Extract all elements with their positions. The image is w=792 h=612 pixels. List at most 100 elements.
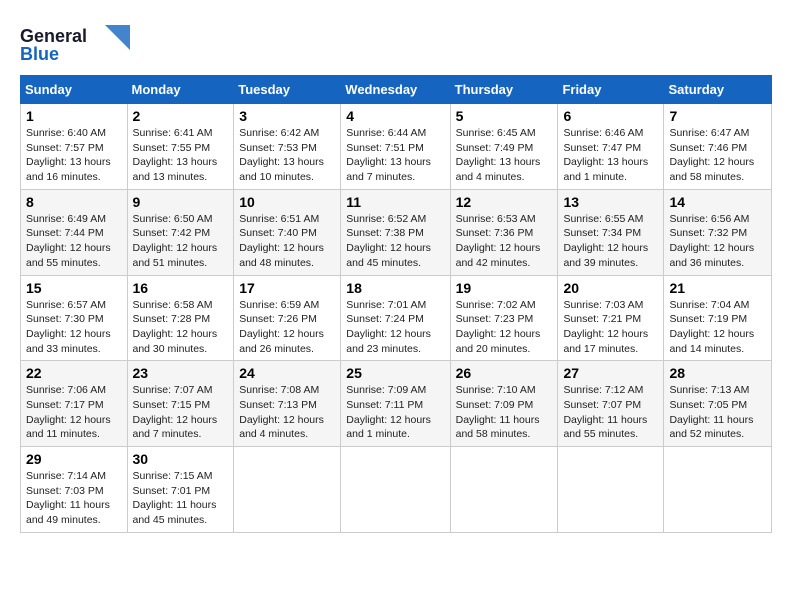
day-number: 24	[239, 365, 335, 381]
day-cell-25: 25 Sunrise: 7:09 AMSunset: 7:11 PMDaylig…	[341, 361, 450, 447]
day-number: 17	[239, 280, 335, 296]
col-header-wednesday: Wednesday	[341, 76, 450, 104]
day-info: Sunrise: 6:52 AMSunset: 7:38 PMDaylight:…	[346, 213, 431, 269]
day-info: Sunrise: 6:40 AMSunset: 7:57 PMDaylight:…	[26, 127, 111, 183]
day-cell-4: 4 Sunrise: 6:44 AMSunset: 7:51 PMDayligh…	[341, 104, 450, 190]
day-cell-19: 19 Sunrise: 7:02 AMSunset: 7:23 PMDaylig…	[450, 275, 558, 361]
day-number: 19	[456, 280, 553, 296]
day-cell-2: 2 Sunrise: 6:41 AMSunset: 7:55 PMDayligh…	[127, 104, 234, 190]
day-info: Sunrise: 7:13 AMSunset: 7:05 PMDaylight:…	[669, 384, 753, 440]
calendar-week-2: 8 Sunrise: 6:49 AMSunset: 7:44 PMDayligh…	[21, 189, 772, 275]
day-number: 18	[346, 280, 444, 296]
day-info: Sunrise: 6:42 AMSunset: 7:53 PMDaylight:…	[239, 127, 324, 183]
logo: General Blue	[20, 20, 130, 65]
day-cell-12: 12 Sunrise: 6:53 AMSunset: 7:36 PMDaylig…	[450, 189, 558, 275]
day-cell-9: 9 Sunrise: 6:50 AMSunset: 7:42 PMDayligh…	[127, 189, 234, 275]
day-cell-20: 20 Sunrise: 7:03 AMSunset: 7:21 PMDaylig…	[558, 275, 664, 361]
day-number: 13	[563, 194, 658, 210]
day-cell-8: 8 Sunrise: 6:49 AMSunset: 7:44 PMDayligh…	[21, 189, 128, 275]
col-header-saturday: Saturday	[664, 76, 772, 104]
day-info: Sunrise: 6:51 AMSunset: 7:40 PMDaylight:…	[239, 213, 324, 269]
day-info: Sunrise: 6:57 AMSunset: 7:30 PMDaylight:…	[26, 299, 111, 355]
day-number: 6	[563, 108, 658, 124]
day-info: Sunrise: 7:03 AMSunset: 7:21 PMDaylight:…	[563, 299, 648, 355]
day-info: Sunrise: 6:41 AMSunset: 7:55 PMDaylight:…	[133, 127, 218, 183]
empty-cell	[664, 447, 772, 533]
day-info: Sunrise: 6:45 AMSunset: 7:49 PMDaylight:…	[456, 127, 541, 183]
empty-cell	[450, 447, 558, 533]
day-number: 4	[346, 108, 444, 124]
day-cell-26: 26 Sunrise: 7:10 AMSunset: 7:09 PMDaylig…	[450, 361, 558, 447]
day-info: Sunrise: 6:55 AMSunset: 7:34 PMDaylight:…	[563, 213, 648, 269]
calendar-table: SundayMondayTuesdayWednesdayThursdayFrid…	[20, 75, 772, 533]
col-header-friday: Friday	[558, 76, 664, 104]
day-number: 1	[26, 108, 122, 124]
day-info: Sunrise: 7:04 AMSunset: 7:19 PMDaylight:…	[669, 299, 754, 355]
day-cell-24: 24 Sunrise: 7:08 AMSunset: 7:13 PMDaylig…	[234, 361, 341, 447]
day-info: Sunrise: 6:59 AMSunset: 7:26 PMDaylight:…	[239, 299, 324, 355]
day-info: Sunrise: 7:07 AMSunset: 7:15 PMDaylight:…	[133, 384, 218, 440]
calendar-week-3: 15 Sunrise: 6:57 AMSunset: 7:30 PMDaylig…	[21, 275, 772, 361]
col-header-monday: Monday	[127, 76, 234, 104]
empty-cell	[558, 447, 664, 533]
day-number: 3	[239, 108, 335, 124]
empty-cell	[341, 447, 450, 533]
day-cell-22: 22 Sunrise: 7:06 AMSunset: 7:17 PMDaylig…	[21, 361, 128, 447]
day-number: 11	[346, 194, 444, 210]
day-number: 8	[26, 194, 122, 210]
day-cell-5: 5 Sunrise: 6:45 AMSunset: 7:49 PMDayligh…	[450, 104, 558, 190]
day-number: 10	[239, 194, 335, 210]
calendar-week-5: 29 Sunrise: 7:14 AMSunset: 7:03 PMDaylig…	[21, 447, 772, 533]
day-info: Sunrise: 6:49 AMSunset: 7:44 PMDaylight:…	[26, 213, 111, 269]
empty-cell	[234, 447, 341, 533]
day-info: Sunrise: 7:15 AMSunset: 7:01 PMDaylight:…	[133, 470, 217, 526]
day-cell-30: 30 Sunrise: 7:15 AMSunset: 7:01 PMDaylig…	[127, 447, 234, 533]
day-info: Sunrise: 7:12 AMSunset: 7:07 PMDaylight:…	[563, 384, 647, 440]
day-info: Sunrise: 6:50 AMSunset: 7:42 PMDaylight:…	[133, 213, 218, 269]
calendar-week-4: 22 Sunrise: 7:06 AMSunset: 7:17 PMDaylig…	[21, 361, 772, 447]
col-header-sunday: Sunday	[21, 76, 128, 104]
day-number: 22	[26, 365, 122, 381]
day-cell-27: 27 Sunrise: 7:12 AMSunset: 7:07 PMDaylig…	[558, 361, 664, 447]
day-number: 28	[669, 365, 766, 381]
day-info: Sunrise: 7:02 AMSunset: 7:23 PMDaylight:…	[456, 299, 541, 355]
day-info: Sunrise: 6:58 AMSunset: 7:28 PMDaylight:…	[133, 299, 218, 355]
day-cell-14: 14 Sunrise: 6:56 AMSunset: 7:32 PMDaylig…	[664, 189, 772, 275]
day-number: 26	[456, 365, 553, 381]
day-cell-21: 21 Sunrise: 7:04 AMSunset: 7:19 PMDaylig…	[664, 275, 772, 361]
logo-svg: General Blue	[20, 20, 130, 65]
day-number: 7	[669, 108, 766, 124]
day-info: Sunrise: 7:01 AMSunset: 7:24 PMDaylight:…	[346, 299, 431, 355]
col-header-thursday: Thursday	[450, 76, 558, 104]
calendar-week-1: 1 Sunrise: 6:40 AMSunset: 7:57 PMDayligh…	[21, 104, 772, 190]
day-cell-6: 6 Sunrise: 6:46 AMSunset: 7:47 PMDayligh…	[558, 104, 664, 190]
day-number: 25	[346, 365, 444, 381]
day-number: 16	[133, 280, 229, 296]
day-number: 23	[133, 365, 229, 381]
day-cell-16: 16 Sunrise: 6:58 AMSunset: 7:28 PMDaylig…	[127, 275, 234, 361]
day-cell-10: 10 Sunrise: 6:51 AMSunset: 7:40 PMDaylig…	[234, 189, 341, 275]
day-number: 2	[133, 108, 229, 124]
day-cell-17: 17 Sunrise: 6:59 AMSunset: 7:26 PMDaylig…	[234, 275, 341, 361]
day-number: 5	[456, 108, 553, 124]
day-number: 29	[26, 451, 122, 467]
day-info: Sunrise: 7:10 AMSunset: 7:09 PMDaylight:…	[456, 384, 540, 440]
day-cell-23: 23 Sunrise: 7:07 AMSunset: 7:15 PMDaylig…	[127, 361, 234, 447]
day-number: 21	[669, 280, 766, 296]
day-info: Sunrise: 6:46 AMSunset: 7:47 PMDaylight:…	[563, 127, 648, 183]
svg-text:General: General	[20, 26, 87, 46]
day-number: 27	[563, 365, 658, 381]
day-cell-18: 18 Sunrise: 7:01 AMSunset: 7:24 PMDaylig…	[341, 275, 450, 361]
day-cell-1: 1 Sunrise: 6:40 AMSunset: 7:57 PMDayligh…	[21, 104, 128, 190]
day-cell-29: 29 Sunrise: 7:14 AMSunset: 7:03 PMDaylig…	[21, 447, 128, 533]
day-cell-15: 15 Sunrise: 6:57 AMSunset: 7:30 PMDaylig…	[21, 275, 128, 361]
day-info: Sunrise: 6:53 AMSunset: 7:36 PMDaylight:…	[456, 213, 541, 269]
day-cell-11: 11 Sunrise: 6:52 AMSunset: 7:38 PMDaylig…	[341, 189, 450, 275]
svg-text:Blue: Blue	[20, 44, 59, 64]
day-cell-13: 13 Sunrise: 6:55 AMSunset: 7:34 PMDaylig…	[558, 189, 664, 275]
day-info: Sunrise: 7:08 AMSunset: 7:13 PMDaylight:…	[239, 384, 324, 440]
day-number: 15	[26, 280, 122, 296]
col-header-tuesday: Tuesday	[234, 76, 341, 104]
day-info: Sunrise: 6:47 AMSunset: 7:46 PMDaylight:…	[669, 127, 754, 183]
day-info: Sunrise: 6:44 AMSunset: 7:51 PMDaylight:…	[346, 127, 431, 183]
